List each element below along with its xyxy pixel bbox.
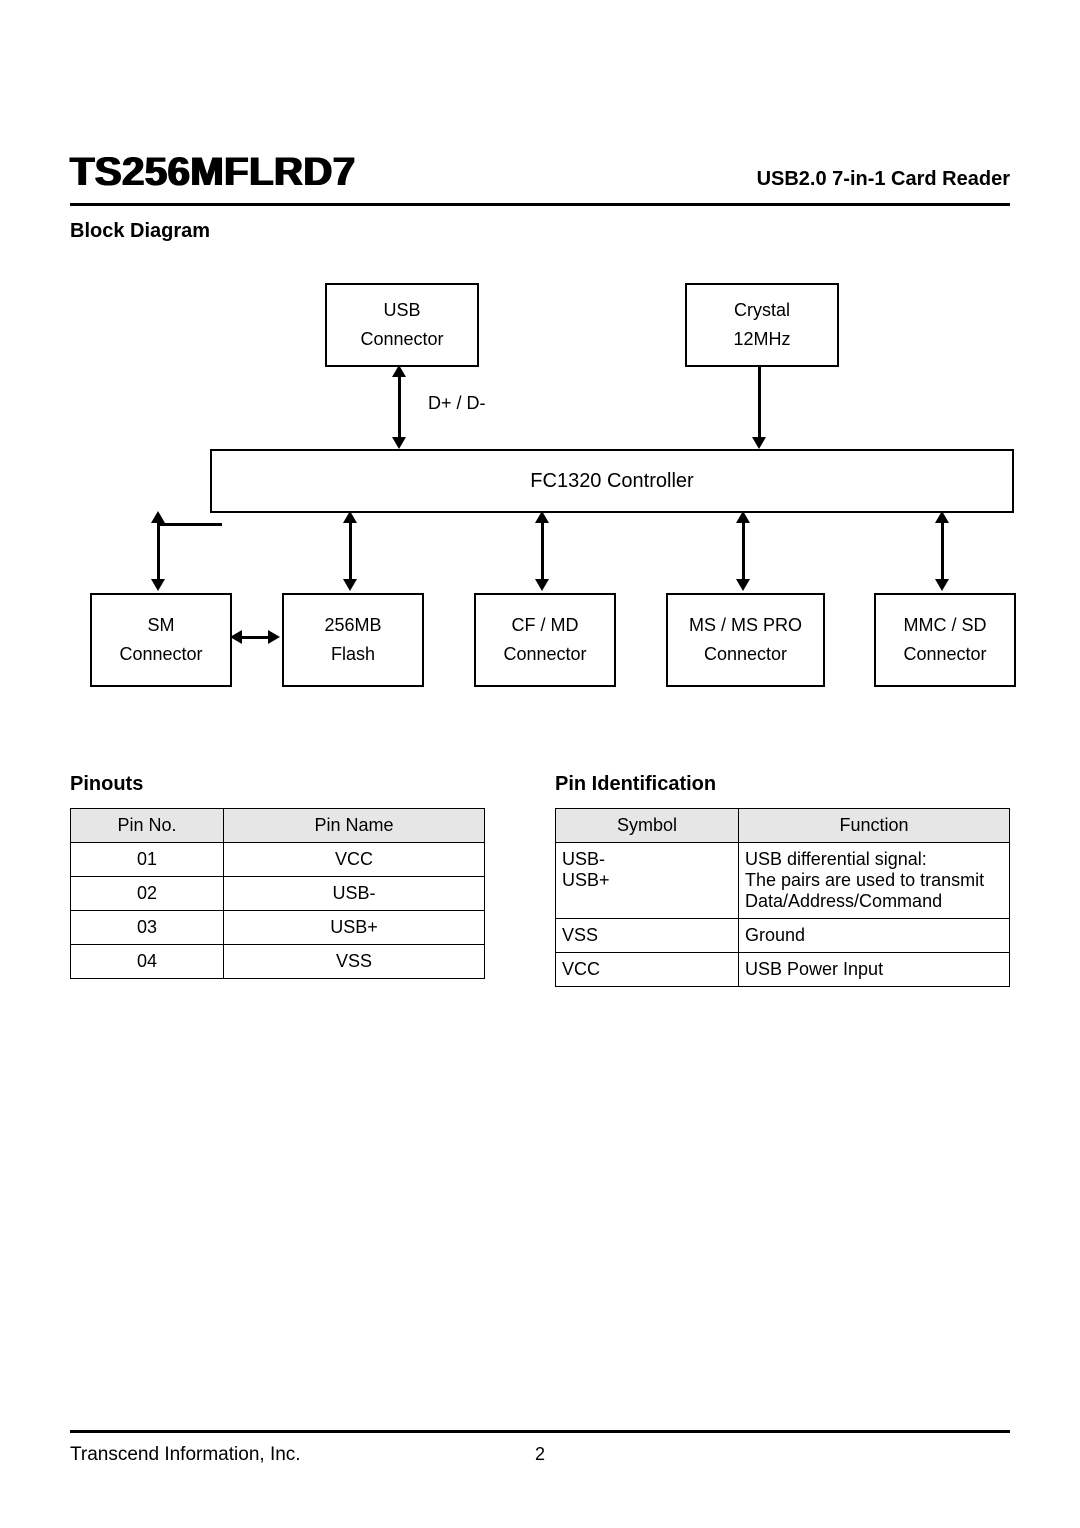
table-row: 02 USB- (71, 877, 485, 911)
pinouts-header-pin-name: Pin Name (224, 809, 485, 843)
arrow-sm-down (151, 579, 165, 591)
line-mmc (941, 523, 944, 581)
arrow-crystal-down (752, 437, 766, 449)
line-sm-horiz (157, 523, 222, 526)
footer-row: Transcend Information, Inc. 2 (70, 1444, 1010, 1466)
footer-divider (70, 1430, 1010, 1433)
pinid-symbol: VSS (556, 919, 739, 953)
pinid-function-line: Data/Address/Command (745, 891, 1003, 912)
table-row: 04 VSS (71, 945, 485, 979)
arrow-usb-down (392, 437, 406, 449)
arrow-sm-flash-right (268, 630, 280, 644)
pinouts-name: USB- (224, 877, 485, 911)
arrow-cf-down (535, 579, 549, 591)
ms-line1: MS / MS PRO (689, 611, 802, 640)
pinid-function: USB Power Input (739, 953, 1010, 987)
line-cf (541, 523, 544, 581)
arrow-mmc-up (935, 511, 949, 523)
product-subtitle: USB2.0 7-in-1 Card Reader (757, 168, 1010, 191)
section-block-diagram-heading: Block Diagram (70, 220, 1010, 243)
sm-line2: Connector (119, 640, 202, 669)
crystal-line2: 12MHz (733, 325, 790, 354)
ms-line2: Connector (704, 640, 787, 669)
pinouts-name: VCC (224, 843, 485, 877)
arrow-cf-up (535, 511, 549, 523)
arrow-usb-up (392, 365, 406, 377)
sm-line1: SM (148, 611, 175, 640)
cf-connector-box: CF / MD Connector (474, 593, 616, 687)
crystal-line1: Crystal (734, 296, 790, 325)
pinid-function: Ground (739, 919, 1010, 953)
pinid-symbol-line: USB+ (562, 870, 732, 891)
mmc-line2: Connector (903, 640, 986, 669)
table-row: USB- USB+ USB differential signal: The p… (556, 843, 1010, 919)
mmc-line1: MMC / SD (904, 611, 987, 640)
usb-connector-box: USB Connector (325, 283, 479, 367)
table-row: VCC USB Power Input (556, 953, 1010, 987)
pinouts-table: Pin No. Pin Name 01 VCC 02 USB- 03 (70, 808, 485, 979)
section-pinouts-heading: Pinouts (70, 773, 485, 796)
pinouts-no: 04 (71, 945, 224, 979)
pinouts-header-pin-no: Pin No. (71, 809, 224, 843)
section-pin-identification-heading: Pin Identification (555, 773, 1010, 796)
footer-page-number: 2 (70, 1444, 1010, 1465)
arrow-ms-down (736, 579, 750, 591)
pinouts-no: 03 (71, 911, 224, 945)
part-number: TS256MFLRD7 (70, 150, 356, 195)
arrow-sm-flash-left (230, 630, 242, 644)
pinid-symbol: USB- USB+ (556, 843, 739, 919)
pinid-function-line: USB differential signal: (745, 849, 1003, 870)
pinouts-name: USB+ (224, 911, 485, 945)
usb-connector-line2: Connector (360, 325, 443, 354)
pinouts-no: 01 (71, 843, 224, 877)
arrow-flash-down (343, 579, 357, 591)
pinouts-name: VSS (224, 945, 485, 979)
pinouts-no: 02 (71, 877, 224, 911)
crystal-box: Crystal 12MHz (685, 283, 839, 367)
flash-line1: 256MB (324, 611, 381, 640)
cf-line2: Connector (503, 640, 586, 669)
dplus-dminus-label: D+ / D- (428, 393, 486, 414)
pinid-symbol: VCC (556, 953, 739, 987)
ms-connector-box: MS / MS PRO Connector (666, 593, 825, 687)
line-sm (157, 523, 160, 581)
block-diagram: USB Connector Crystal 12MHz D+ / D- FC13… (70, 283, 1010, 683)
usb-connector-line1: USB (383, 296, 420, 325)
arrow-mmc-down (935, 579, 949, 591)
line-usb-controller (398, 375, 401, 441)
mmc-connector-box: MMC / SD Connector (874, 593, 1016, 687)
pinid-function: USB differential signal: The pairs are u… (739, 843, 1010, 919)
cf-line1: CF / MD (512, 611, 579, 640)
pinid-symbol-line: USB- (562, 849, 732, 870)
table-row: 03 USB+ (71, 911, 485, 945)
line-crystal-controller (758, 365, 761, 439)
pin-identification-table: Symbol Function USB- USB+ USB differenti… (555, 808, 1010, 987)
controller-box: FC1320 Controller (210, 449, 1014, 513)
pinid-header-symbol: Symbol (556, 809, 739, 843)
controller-label: FC1320 Controller (530, 465, 693, 497)
line-flash (349, 523, 352, 581)
arrow-sm-up (151, 511, 165, 523)
arrow-flash-up (343, 511, 357, 523)
arrow-ms-up (736, 511, 750, 523)
page: TS256MFLRD7 USB2.0 7-in-1 Card Reader Bl… (0, 0, 1080, 1528)
header-divider (70, 203, 1010, 206)
line-sm-flash (240, 636, 270, 639)
flash-box: 256MB Flash (282, 593, 424, 687)
pinid-header-function: Function (739, 809, 1010, 843)
header-row: TS256MFLRD7 USB2.0 7-in-1 Card Reader (70, 150, 1010, 195)
sm-connector-box: SM Connector (90, 593, 232, 687)
line-ms (742, 523, 745, 581)
table-row: VSS Ground (556, 919, 1010, 953)
table-row: 01 VCC (71, 843, 485, 877)
pinid-function-line: The pairs are used to transmit (745, 870, 1003, 891)
flash-line2: Flash (331, 640, 375, 669)
